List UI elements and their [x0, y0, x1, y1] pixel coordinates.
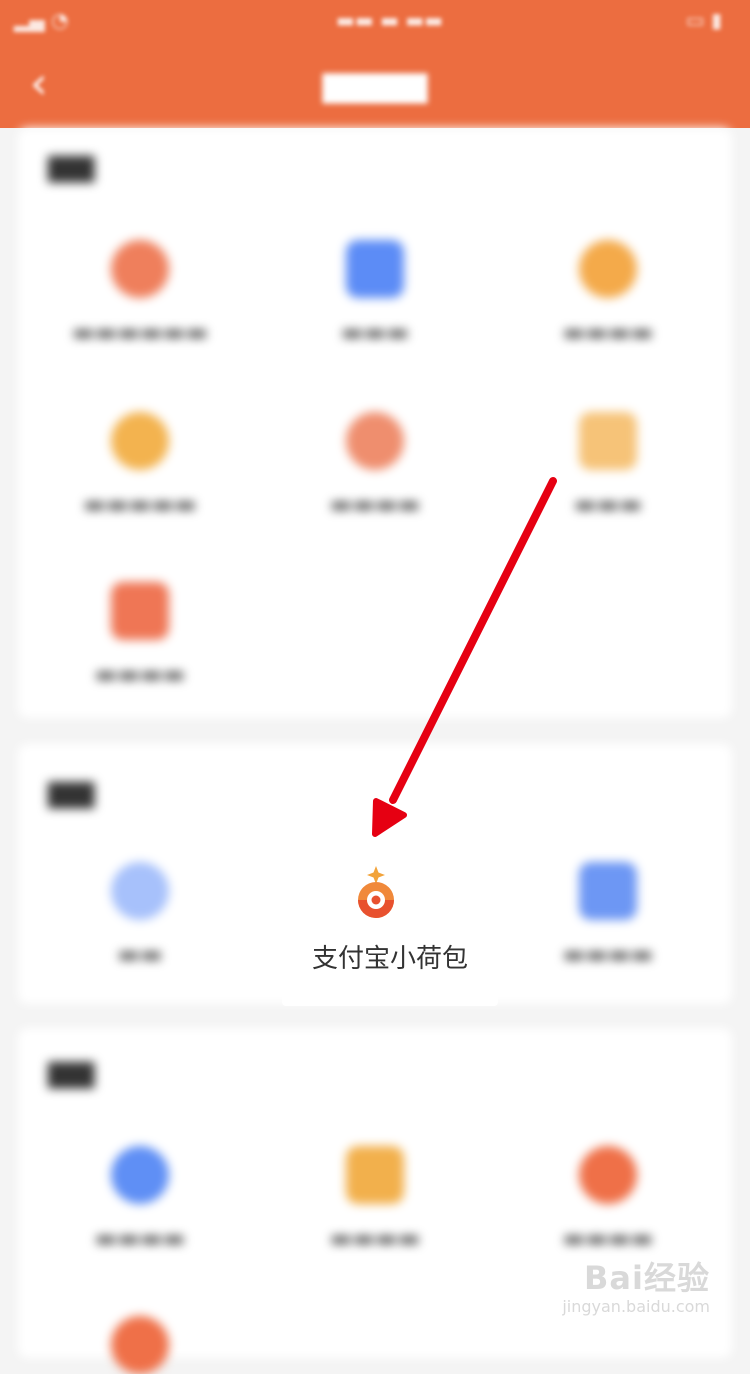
- status-bar: ▂▄ ◔ ▬▬ ▬ ▬▬ ▭ ▮: [14, 8, 722, 36]
- service-icon: [111, 582, 169, 640]
- service-label-xiaohebao: 支付宝小荷包: [311, 944, 468, 974]
- service-icon: [579, 240, 637, 298]
- blurred-content: ▆▆ ▬▬▬▬▬▬ ▬▬▬ ▬▬▬▬ ▬▬▬▬▬ ▬▬▬▬ ▬▬▬ ▬▬▬▬ ▆…: [0, 128, 750, 1374]
- service-label: ▬▬▬▬: [329, 1224, 421, 1252]
- service-item[interactable]: ▬▬▬▬: [275, 1146, 475, 1252]
- service-icon: [346, 240, 404, 298]
- service-item[interactable]: ▬▬▬▬: [40, 582, 240, 688]
- service-icon: [346, 1146, 404, 1204]
- service-item[interactable]: ▬▬▬: [508, 412, 708, 518]
- battery-icon: ▭ ▮: [685, 8, 722, 32]
- service-label: ▬▬▬▬: [562, 940, 654, 968]
- service-item[interactable]: ▬▬▬▬: [275, 412, 475, 518]
- service-icon: [111, 412, 169, 470]
- service-item[interactable]: [40, 1316, 240, 1374]
- service-item[interactable]: ▬▬: [40, 862, 240, 968]
- service-item-xiaohebao[interactable]: 支付宝小荷包: [282, 830, 498, 1006]
- service-card-1: ▆▆ ▬▬▬▬▬▬ ▬▬▬ ▬▬▬▬ ▬▬▬▬▬ ▬▬▬▬ ▬▬▬ ▬▬▬▬: [18, 128, 732, 718]
- service-item[interactable]: ▬▬▬▬: [40, 1146, 240, 1252]
- service-item[interactable]: ▬▬▬: [275, 240, 475, 346]
- card-title-3: ▆▆: [48, 1054, 95, 1089]
- status-time: ▬▬ ▬ ▬▬: [336, 8, 444, 32]
- service-icon: [111, 1146, 169, 1204]
- service-label: ▬▬: [117, 940, 163, 968]
- service-label: ▬▬▬: [573, 490, 643, 518]
- service-item[interactable]: ▬▬▬▬▬▬: [40, 240, 240, 346]
- service-icon: [346, 412, 404, 470]
- page-title: ▆▆▆▆: [322, 64, 428, 104]
- app-header: ▂▄ ◔ ▬▬ ▬ ▬▬ ▭ ▮ ‹ ▆▆▆▆: [0, 0, 750, 128]
- watermark-brand: Bai经验: [584, 1259, 710, 1297]
- service-item[interactable]: ▬▬▬▬: [508, 862, 708, 968]
- baidu-watermark: Bai经验 jingyan.baidu.com: [562, 1253, 710, 1316]
- service-item[interactable]: ▬▬▬▬: [508, 240, 708, 346]
- service-icon: [111, 240, 169, 298]
- service-label: ▬▬▬▬: [562, 318, 654, 346]
- service-icon: [111, 862, 169, 920]
- service-icon: [579, 1146, 637, 1204]
- card-title-1: ▆▆: [48, 148, 95, 183]
- service-label: ▬▬▬▬▬▬: [71, 318, 209, 346]
- service-icon: [579, 412, 637, 470]
- service-icon: [111, 1316, 169, 1374]
- service-label: ▬▬▬▬: [94, 660, 186, 688]
- card-title-2: ▆▆: [48, 774, 95, 809]
- service-label: ▬▬▬▬▬: [83, 490, 197, 518]
- service-label: ▬▬▬▬: [562, 1224, 654, 1252]
- service-label: ▬▬▬▬: [94, 1224, 186, 1252]
- alipay-xiaohebao-icon: [358, 866, 394, 918]
- carrier-text: ▂▄ ◔: [14, 8, 69, 32]
- service-item[interactable]: ▬▬▬▬: [508, 1146, 708, 1252]
- service-label: ▬▬▬▬: [329, 490, 421, 518]
- service-icon: [579, 862, 637, 920]
- service-label: ▬▬▬: [340, 318, 410, 346]
- watermark-url: jingyan.baidu.com: [562, 1297, 710, 1316]
- service-item[interactable]: ▬▬▬▬▬: [40, 412, 240, 518]
